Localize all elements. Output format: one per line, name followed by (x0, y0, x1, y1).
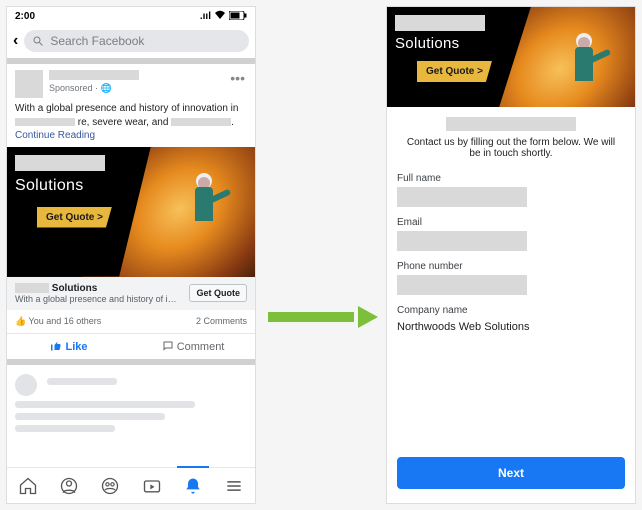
status-bar: 2:00 .ııl (7, 7, 255, 26)
bottom-nav (7, 467, 255, 503)
continue-reading-link[interactable]: Continue Reading (15, 130, 95, 141)
redacted-text (15, 118, 75, 126)
nav-groups-icon[interactable] (100, 476, 120, 496)
signal-icon: .ııl (200, 11, 211, 22)
next-post-skeleton (7, 365, 255, 446)
ad-logo-redacted (15, 155, 105, 171)
ad-logo-redacted (395, 15, 485, 31)
post-menu-icon[interactable]: ••• (228, 70, 247, 86)
wifi-icon (214, 10, 226, 23)
sponsored-label: Sponsored · 🌐 (49, 83, 222, 94)
field-phone: Phone number (397, 261, 625, 295)
form-phone: Solutions Get Quote > Contact us by fill… (386, 6, 636, 504)
search-input[interactable]: Search Facebook (24, 30, 249, 52)
post-body: With a global presence and history of in… (7, 100, 255, 147)
form-intro: Contact us by filling out the form below… (397, 137, 625, 167)
field-email: Email (397, 217, 625, 251)
full-name-input[interactable] (397, 187, 527, 207)
comment-icon (162, 340, 174, 352)
comment-button[interactable]: Comment (131, 334, 255, 359)
nav-notifications-icon[interactable] (183, 476, 203, 496)
field-company: Company name Northwoods Web Solutions (397, 305, 625, 335)
post-header: Sponsored · 🌐 ••• (7, 64, 255, 100)
link-subtitle: With a global presence and history of i… (15, 294, 189, 304)
ad-title: Solutions (395, 35, 459, 52)
likes-count[interactable]: 👍 You and 16 others (15, 316, 101, 327)
phone-input[interactable] (397, 275, 527, 295)
battery-icon (229, 11, 247, 23)
back-icon[interactable]: ‹ (13, 32, 18, 50)
field-full-name: Full name (397, 173, 625, 207)
search-icon (32, 35, 44, 47)
reactions-row: 👍 You and 16 others 2 Comments (7, 310, 255, 334)
nav-menu-icon[interactable] (224, 476, 244, 496)
nav-profile-icon[interactable] (59, 476, 79, 496)
email-input[interactable] (397, 231, 527, 251)
status-time: 2:00 (15, 11, 35, 22)
thumb-up-icon (50, 340, 62, 352)
nav-home-icon[interactable] (18, 476, 38, 496)
search-placeholder: Search Facebook (50, 34, 144, 48)
company-input[interactable]: Northwoods Web Solutions (397, 319, 625, 335)
page-name-redacted[interactable] (49, 70, 139, 80)
ad-cta-button[interactable]: Get Quote > (37, 207, 112, 228)
flow-arrow-icon (268, 306, 378, 328)
action-bar: Like Comment (7, 334, 255, 359)
link-card[interactable]: Solutions With a global presence and his… (7, 277, 255, 310)
form-heading-redacted (446, 117, 576, 131)
nav-watch-icon[interactable] (142, 476, 162, 496)
get-quote-button[interactable]: Get Quote (189, 284, 247, 302)
next-button[interactable]: Next (397, 457, 625, 489)
form-hero-image: Solutions Get Quote > (387, 7, 635, 107)
ad-image[interactable]: Solutions Get Quote > (7, 147, 255, 277)
avatar[interactable] (15, 70, 43, 98)
feed-phone: 2:00 .ııl ‹ Search Facebook Sponsored · … (6, 6, 256, 504)
like-button[interactable]: Like (7, 334, 131, 359)
ad-cta-button[interactable]: Get Quote > (417, 61, 492, 82)
ad-title: Solutions (15, 177, 84, 195)
redacted-text (171, 118, 231, 126)
redacted-text (15, 283, 49, 293)
comments-count[interactable]: 2 Comments (196, 316, 247, 327)
